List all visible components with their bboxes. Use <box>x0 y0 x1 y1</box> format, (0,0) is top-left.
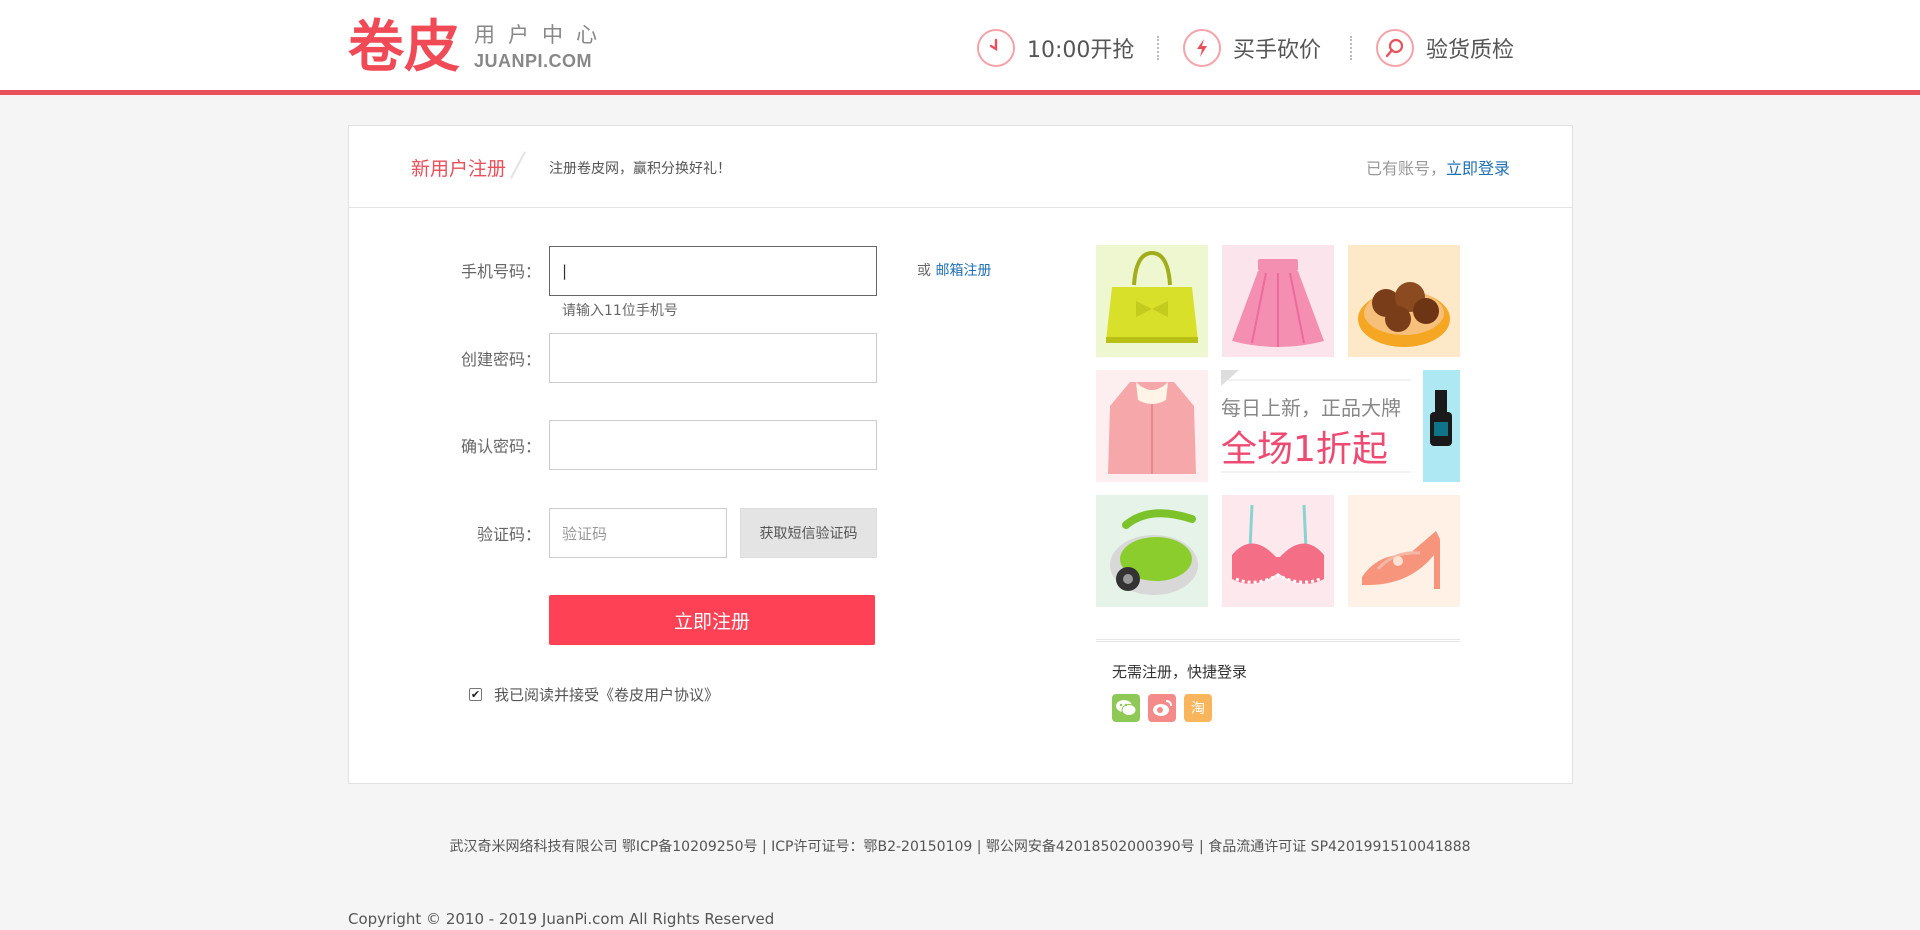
confirm-password-label: 确认密码： <box>460 437 541 456</box>
register-submit-button[interactable]: 立即注册 <box>549 595 875 645</box>
clock-icon <box>977 29 1015 67</box>
footer-icp: 武汉奇米网络科技有限公司 鄂ICP备10209250号 | ICP许可证号：鄂B… <box>449 839 1471 855</box>
feature-label: 买手砍价 <box>1233 38 1322 63</box>
header-divider <box>1350 36 1352 60</box>
handbag-image <box>1096 245 1208 357</box>
agreement-checkbox[interactable]: ✔ <box>469 688 482 701</box>
promo-collage[interactable]: 每日上新，正品大牌 全场1折起 <box>1096 245 1460 609</box>
cardigan-image <box>1096 370 1208 482</box>
feature-label: 验货质检 <box>1426 38 1515 63</box>
password-input[interactable] <box>549 333 877 383</box>
banner-line1: 每日上新，正品大牌 <box>1221 396 1401 420</box>
logo-domain: JUANPI.COM <box>474 51 593 71</box>
password-label: 创建密码： <box>460 350 541 369</box>
promo-banner: 每日上新，正品大牌 全场1折起 <box>1221 370 1460 482</box>
captcha-label: 验证码： <box>476 525 541 544</box>
lightning-icon <box>1183 29 1221 67</box>
feature-label: 10:00开抢 <box>1027 38 1135 63</box>
email-register-option: 或 邮箱注册 <box>917 260 991 280</box>
footer-copyright: Copyright © 2010 - 2019 JuanPi.com All R… <box>348 910 775 928</box>
logo-user-center: 用户中心 <box>474 23 610 47</box>
captcha-placeholder: 验证码 <box>562 524 608 543</box>
phone-hint: 请输入11位手机号 <box>562 303 678 319</box>
register-title: 新用户注册 <box>411 158 507 180</box>
heels-image <box>1348 495 1460 607</box>
quick-login-divider <box>1096 639 1460 642</box>
weibo-icon[interactable] <box>1148 694 1176 722</box>
feature-quality-check: 验货质检 <box>1376 28 1514 68</box>
feature-bargain: 买手砍价 <box>1183 28 1321 68</box>
quick-login-label: 无需注册，快捷登录 <box>1112 663 1248 681</box>
have-account-text: 已有账号， <box>1365 159 1446 178</box>
login-link[interactable]: 立即登录 <box>1446 159 1510 178</box>
login-prompt: 已有账号，立即登录 <box>1366 155 1510 179</box>
agreement-row: ✔ 我已阅读并接受《卷皮用户协议》 <box>469 684 719 705</box>
register-subtitle: 注册卷皮网，赢积分换好礼！ <box>549 161 731 177</box>
banner-line2: 全场1折起 <box>1221 429 1388 470</box>
vacuum-image <box>1096 495 1208 607</box>
agreement-text[interactable]: 我已阅读并接受《卷皮用户协议》 <box>494 684 719 705</box>
nuts-image <box>1348 245 1460 357</box>
site-header: 卷皮 用户中心 JUANPI.COM 10:00开抢 买手砍价 验货质检 <box>0 0 1920 95</box>
phone-input-value: | <box>562 262 568 280</box>
taobao-icon[interactable]: 淘 <box>1184 694 1212 722</box>
lingerie-image <box>1222 495 1334 607</box>
logo-subtitle: 用户中心 JUANPI.COM <box>474 22 610 74</box>
phone-label: 手机号码： <box>460 262 541 281</box>
skirt-image <box>1222 245 1334 357</box>
or-text: 或 <box>917 263 931 279</box>
captcha-input[interactable]: 验证码 <box>549 508 727 558</box>
title-divider <box>510 151 526 179</box>
email-register-link[interactable]: 邮箱注册 <box>935 263 991 279</box>
register-card-header: 新用户注册 注册卷皮网，赢积分换好礼！ 已有账号，立即登录 <box>349 126 1572 208</box>
get-sms-code-button[interactable]: 获取短信验证码 <box>740 508 877 558</box>
header-divider <box>1157 36 1159 60</box>
wechat-icon[interactable] <box>1112 694 1140 722</box>
register-card: 新用户注册 注册卷皮网，赢积分换好礼！ 已有账号，立即登录 手机号码： | 或 … <box>348 125 1573 784</box>
confirm-password-input[interactable] <box>549 420 877 470</box>
magnifier-icon <box>1376 29 1414 67</box>
feature-flash-sale: 10:00开抢 <box>977 28 1134 68</box>
logo-text: 卷皮 <box>348 15 460 80</box>
phone-input[interactable]: | <box>549 246 877 296</box>
